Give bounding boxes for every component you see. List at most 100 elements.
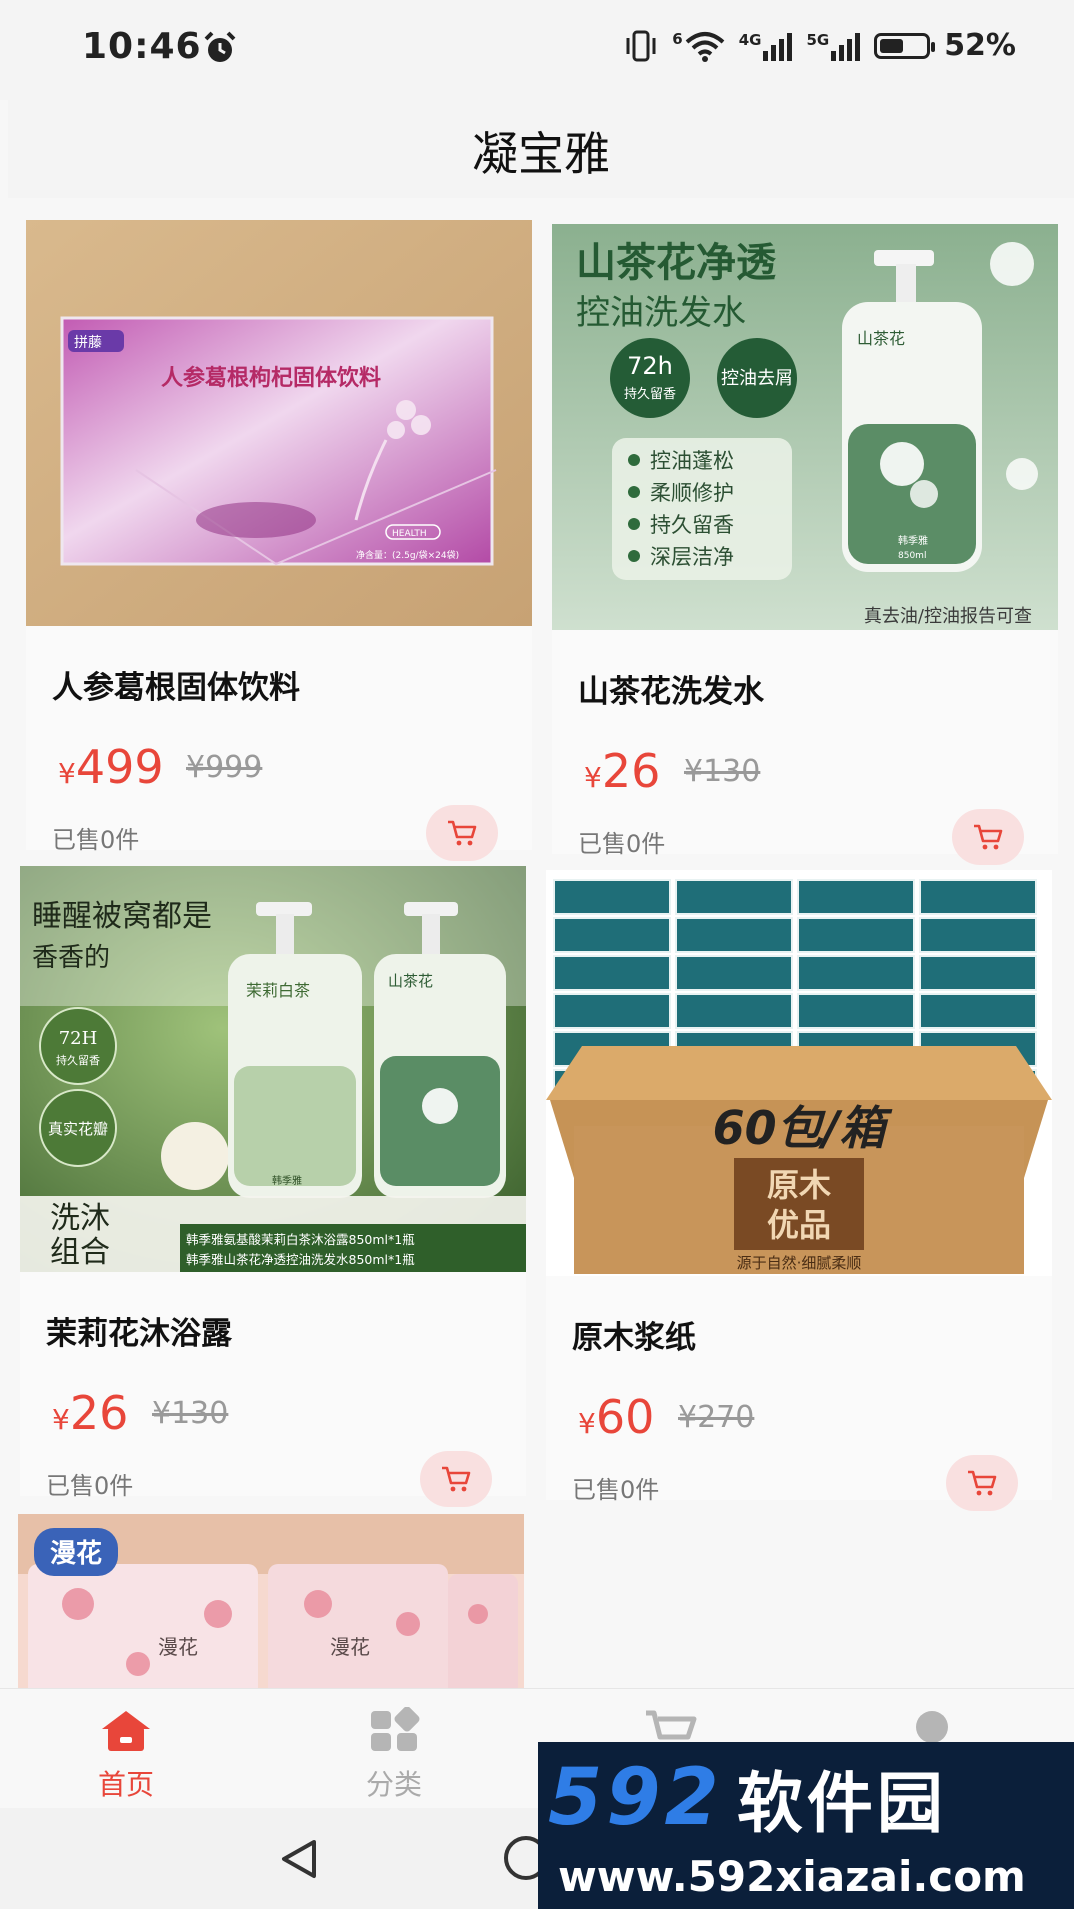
- bottle-1-brand: 韩季雅: [272, 1174, 302, 1187]
- tissue-pack: [675, 917, 793, 953]
- price-value: 26: [69, 1386, 129, 1440]
- brand-badge: 漫花: [50, 1539, 102, 1569]
- battery-fill: [880, 38, 904, 53]
- product-card[interactable]: 拼藤 人参葛根枸杞固体饮料 HEALTH 净含量：(2.5g/袋×24袋) 人参…: [26, 220, 532, 861]
- bottle-label: 山茶花: [857, 329, 905, 348]
- combo-caption-1: 韩季雅氨基酸茉莉白茶沐浴露850ml*1瓶: [186, 1232, 415, 1247]
- original-price: ¥130: [152, 1396, 229, 1431]
- currency-symbol: ¥: [52, 1403, 70, 1436]
- original-price: ¥999: [186, 750, 263, 785]
- add-to-cart-button[interactable]: [420, 1451, 492, 1507]
- bullet-4: 深层洁净: [650, 545, 734, 569]
- price-value: 26: [601, 744, 661, 798]
- tissue-pack: [797, 993, 915, 1029]
- combo-label-1: 洗沐: [50, 1201, 110, 1236]
- price-value: 499: [75, 740, 164, 794]
- status-time: 10:46: [82, 26, 202, 67]
- product-grid[interactable]: 拼藤 人参葛根枸杞固体饮料 HEALTH 净含量：(2.5g/袋×24袋) 人参…: [0, 198, 1074, 1688]
- product-card[interactable]: 60包/箱 原木 优品 源于自然·细腻柔顺 原木浆纸 ¥60 ¥270 已售0件: [546, 870, 1052, 1511]
- box-stamp-1: 原木: [767, 1166, 831, 1204]
- cart-icon: [448, 820, 477, 846]
- signal-4g: 4G: [739, 31, 793, 61]
- product-card[interactable]: 山茶花净透 控油洗发水 72h 持久留香 控油去屑 控油蓬松 柔顺修护 持久留香…: [552, 224, 1058, 865]
- bottle-2-label: 山茶花: [388, 972, 433, 990]
- vibrate-icon: [626, 30, 656, 61]
- pack-label-2: 漫花: [330, 1635, 370, 1659]
- tab-category[interactable]: 分类: [324, 1706, 464, 1803]
- tab-home[interactable]: 首页: [56, 1707, 196, 1803]
- product-image[interactable]: 山茶花净透 控油洗发水 72h 持久留香 控油去屑 控油蓬松 柔顺修护 持久留香…: [552, 224, 1058, 630]
- watermark-url: www.592xiazai.com: [558, 1852, 1026, 1901]
- bottle-brand: 韩季雅: [898, 534, 928, 547]
- sold-count: 已售0件: [52, 826, 140, 854]
- product-name[interactable]: 人参葛根固体饮料: [52, 662, 300, 707]
- wifi-icon: [685, 31, 725, 62]
- combo-caption-2: 韩季雅山茶花净透控油洗发水850ml*1瓶: [186, 1252, 415, 1267]
- signal-5g-label: 5G: [806, 30, 830, 49]
- ad-headline-1: 山茶花净透: [576, 239, 777, 286]
- watermark-number: 592: [548, 1753, 723, 1843]
- ad-headline-1: 睡醒被窝都是: [32, 899, 212, 934]
- badge-petals: 真实花瓣: [48, 1120, 108, 1138]
- tissue-pack: [919, 917, 1037, 953]
- badge-72h: 72H: [59, 1028, 98, 1049]
- tissue-pack: [797, 879, 915, 915]
- box-banner: 60包/箱: [713, 1101, 894, 1155]
- box-label: 人参葛根枸杞固体饮料: [161, 365, 381, 391]
- tissue-pack: [797, 917, 915, 953]
- status-bar: 10:46 6 4G 5G 52%: [0, 0, 1074, 100]
- currency-symbol: ¥: [578, 1407, 596, 1440]
- product-name[interactable]: 茉莉花沐浴露: [46, 1308, 232, 1353]
- badge-72h: 72h: [627, 352, 673, 380]
- add-to-cart-button[interactable]: [952, 809, 1024, 865]
- box-brand: 拼藤: [74, 335, 102, 351]
- bullet-2: 柔顺修护: [650, 481, 734, 505]
- product-photo-ginseng-drink: 拼藤 人参葛根枸杞固体饮料 HEALTH 净含量：(2.5g/袋×24袋): [26, 220, 532, 626]
- add-to-cart-button[interactable]: [946, 1455, 1018, 1511]
- battery-icon: [874, 32, 936, 59]
- tab-home-label: 首页: [97, 1768, 154, 1801]
- add-to-cart-button[interactable]: [426, 805, 498, 861]
- price-value: 60: [595, 1390, 655, 1444]
- product-photo-jasmine-body-wash: 睡醒被窝都是 香香的 72H 持久留香 真实花瓣 茉莉白茶 韩季雅 山茶花 洗沐…: [20, 866, 526, 1272]
- ad-headline-2: 控油洗发水: [576, 293, 746, 333]
- product-image[interactable]: 睡醒被窝都是 香香的 72H 持久留香 真实花瓣 茉莉白茶 韩季雅 山茶花 洗沐…: [20, 866, 526, 1272]
- badge-72h-caption: 持久留香: [56, 1053, 100, 1067]
- tissue-pack: [553, 993, 671, 1029]
- box-net: 净含量：(2.5g/袋×24袋): [356, 549, 459, 561]
- tissue-pack: [553, 917, 671, 953]
- product-photo-camellia-shampoo: 山茶花净透 控油洗发水 72h 持久留香 控油去屑 控油蓬松 柔顺修护 持久留香…: [552, 224, 1058, 630]
- cart-icon: [968, 1470, 997, 1496]
- pack-label-1: 漫花: [158, 1635, 198, 1659]
- product-card[interactable]: 漫花 漫花 漫花: [18, 1514, 524, 1688]
- product-price: ¥26: [584, 744, 660, 798]
- product-image[interactable]: 漫花 漫花 漫花: [18, 1514, 524, 1688]
- product-photo-tissue-manhua: 漫花 漫花 漫花: [18, 1514, 524, 1688]
- signal-5g: 5G: [806, 30, 861, 61]
- badge-72h-caption: 持久留香: [624, 387, 676, 402]
- ad-headline-2: 香香的: [32, 943, 110, 973]
- cart-icon: [442, 1466, 471, 1492]
- box-footer: 源于自然·细腻柔顺: [737, 1254, 862, 1272]
- signal-4g-icon: [763, 31, 793, 61]
- watermark-logo: 592 软件园 www.592xiazai.com: [538, 1742, 1074, 1909]
- product-name[interactable]: 原木浆纸: [572, 1312, 696, 1357]
- tissue-pack: [675, 879, 793, 915]
- product-name[interactable]: 山茶花洗发水: [578, 666, 764, 711]
- battery-percent: 52%: [944, 28, 1016, 63]
- watermark-name: 软件园: [736, 1765, 947, 1842]
- original-price: ¥270: [678, 1400, 755, 1435]
- tissue-pack: [919, 955, 1037, 991]
- product-card[interactable]: 睡醒被窝都是 香香的 72H 持久留香 真实花瓣 茉莉白茶 韩季雅 山茶花 洗沐…: [20, 866, 526, 1507]
- product-price: ¥60: [578, 1390, 654, 1444]
- product-image[interactable]: 拼藤 人参葛根枸杞固体饮料 HEALTH 净含量：(2.5g/袋×24袋): [26, 220, 532, 626]
- tissue-pack: [553, 879, 671, 915]
- back-icon[interactable]: [276, 1836, 324, 1882]
- wifi-label: 6: [672, 29, 683, 48]
- tissue-pack: [675, 955, 793, 991]
- sold-count: 已售0件: [46, 1472, 134, 1500]
- tissue-pack: [675, 993, 793, 1029]
- original-price: ¥130: [684, 754, 761, 789]
- product-image[interactable]: 60包/箱 原木 优品 源于自然·细腻柔顺: [546, 870, 1052, 1276]
- ad-footer: 真去油/控油报告可查: [864, 606, 1032, 627]
